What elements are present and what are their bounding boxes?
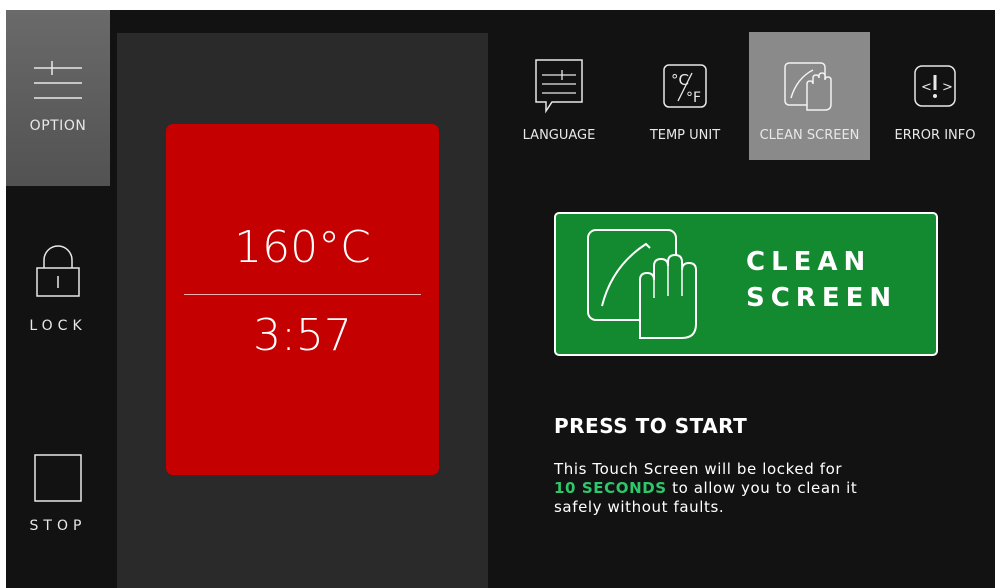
stop-button[interactable]: STOP xyxy=(6,454,110,574)
stop-icon xyxy=(34,454,82,502)
clean-screen-large-icon xyxy=(587,229,697,339)
language-icon xyxy=(535,59,583,114)
instructions-line2: 10 SECONDS to allow you to clean it xyxy=(554,479,954,498)
status-divider xyxy=(184,294,421,295)
instructions-line1: This Touch Screen will be locked for xyxy=(554,460,843,478)
clean-button-line2: SCREEN xyxy=(746,283,898,313)
menu-item-clean-screen[interactable]: CLEAN SCREEN xyxy=(749,32,870,160)
svg-text:°C: °C xyxy=(671,71,689,89)
oven-screen: OPTION LOCK STOP 160°C 3:57 LANGUAGE °C … xyxy=(6,10,995,588)
cooking-status-card[interactable]: 160°C 3:57 xyxy=(166,124,439,475)
timer-display: 3:57 xyxy=(253,310,352,361)
clean-screen-start-button[interactable]: CLEAN SCREEN xyxy=(554,212,938,356)
instructions-line3: safely without faults. xyxy=(554,498,725,516)
menu-item-label: LANGUAGE xyxy=(522,128,596,143)
menu-item-error-info[interactable]: < > ERROR INFO xyxy=(880,32,990,160)
option-icon xyxy=(34,61,82,99)
menu-item-language[interactable]: LANGUAGE xyxy=(503,32,615,160)
temp-unit-icon: °C °F xyxy=(663,64,707,108)
temperature-display: 160°C xyxy=(234,222,371,273)
menu-item-label: CLEAN SCREEN xyxy=(759,128,860,143)
lock-label: LOCK xyxy=(29,318,87,334)
error-info-icon: < > xyxy=(914,65,956,107)
stop-label: STOP xyxy=(29,518,87,534)
instructions-line2-rest: to allow you to clean it xyxy=(666,479,858,497)
clean-button-line1: CLEAN xyxy=(746,247,872,277)
lock-icon xyxy=(36,245,80,297)
option-button[interactable]: OPTION xyxy=(6,10,110,186)
menu-item-temp-unit[interactable]: °C °F TEMP UNIT xyxy=(630,32,740,160)
svg-text:°F: °F xyxy=(686,90,701,106)
menu-item-label: ERROR INFO xyxy=(894,128,976,143)
clean-instructions: This Touch Screen will be locked for 10 … xyxy=(554,460,954,517)
svg-text:>: > xyxy=(942,80,953,95)
press-to-start-title: PRESS TO START xyxy=(554,414,748,438)
lock-duration-highlight: 10 SECONDS xyxy=(554,479,667,497)
svg-text:<: < xyxy=(921,80,932,95)
clean-screen-icon xyxy=(783,62,832,111)
lock-button[interactable]: LOCK xyxy=(6,242,110,362)
option-label: OPTION xyxy=(29,118,87,134)
menu-item-label: TEMP UNIT xyxy=(649,128,721,143)
